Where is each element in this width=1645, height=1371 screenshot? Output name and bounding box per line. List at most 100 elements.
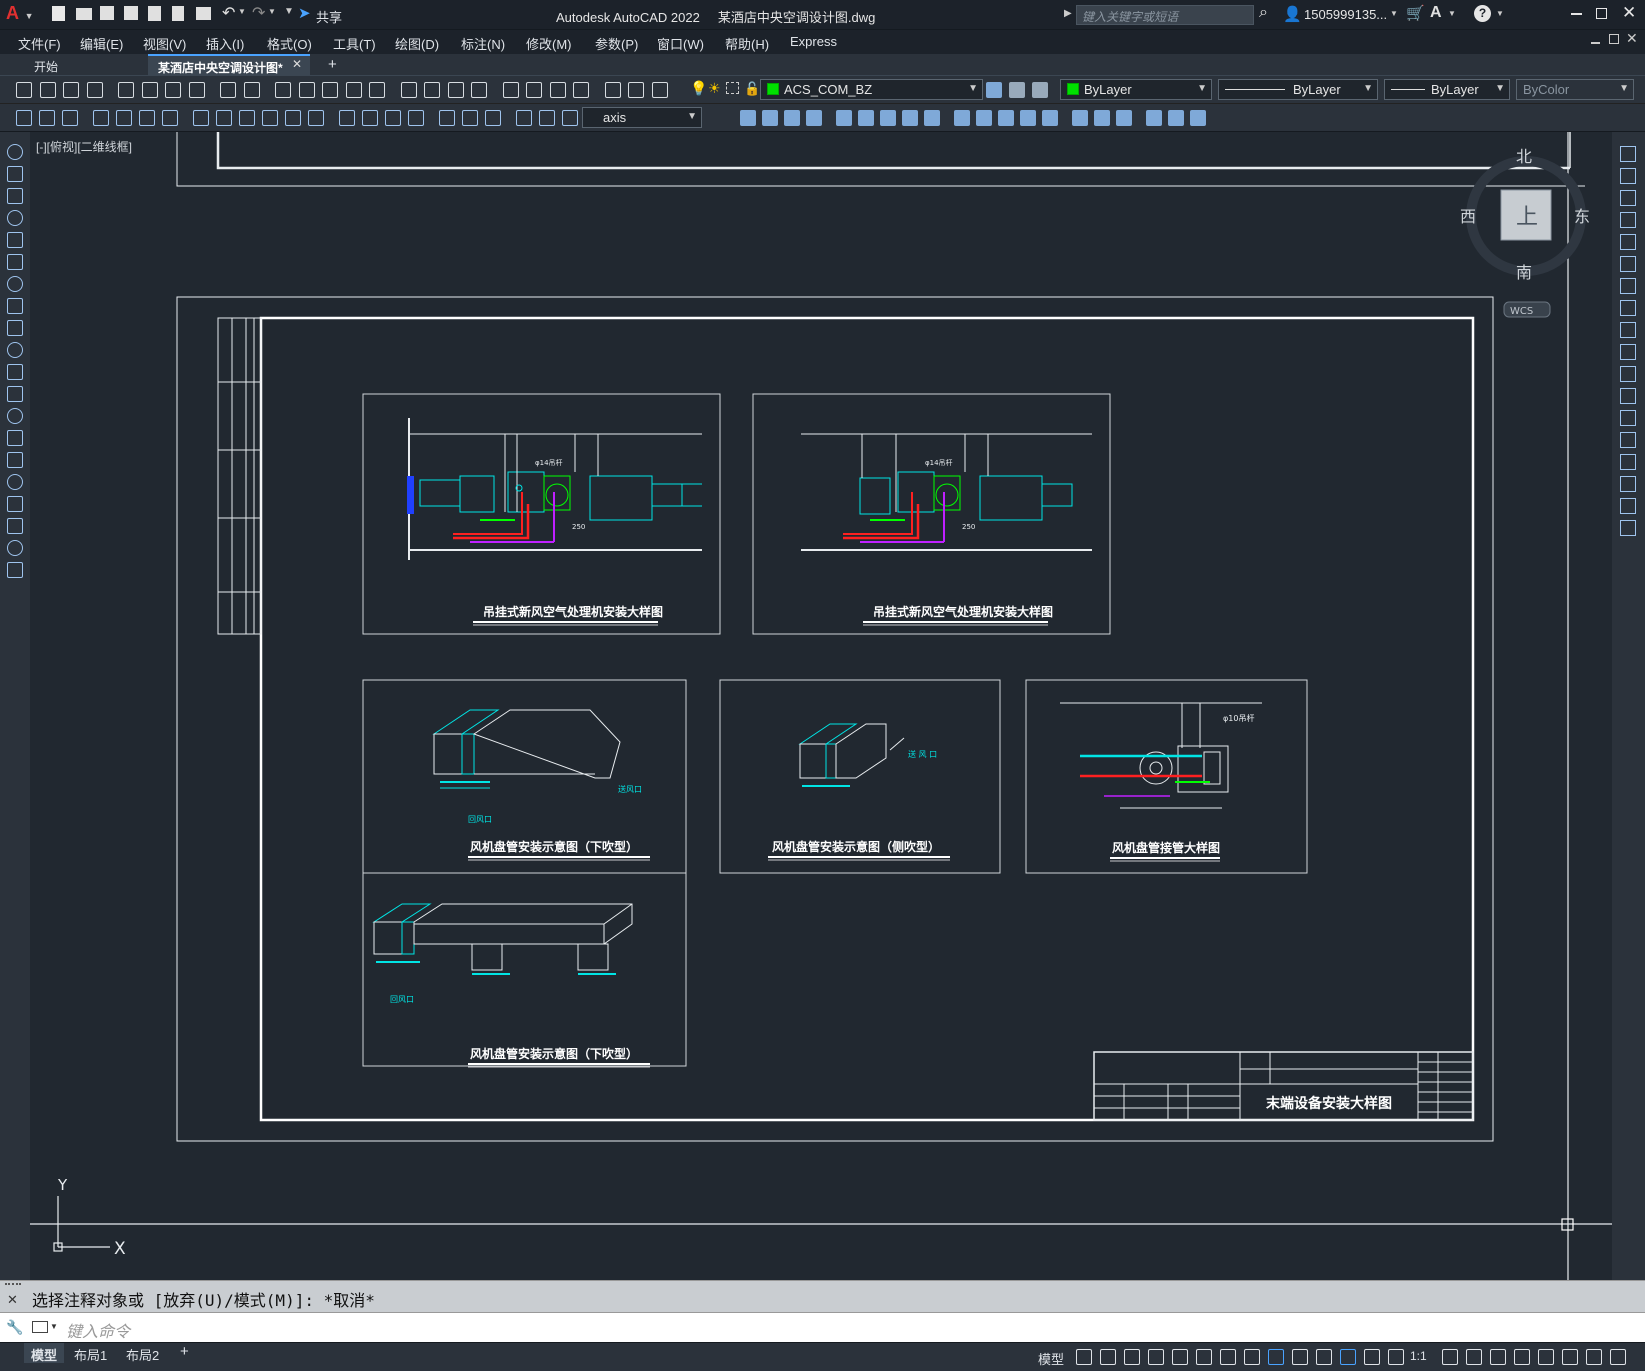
modify-tool-8-icon[interactable] bbox=[1620, 300, 1636, 316]
dim-tool-18-icon[interactable] bbox=[439, 110, 455, 126]
draw-tool-9-icon[interactable] bbox=[7, 320, 23, 336]
modify-tool-9-icon[interactable] bbox=[1620, 322, 1636, 338]
menu-insert[interactable]: 插入(I) bbox=[206, 34, 244, 53]
modify-tool-15-icon[interactable] bbox=[1620, 454, 1636, 470]
modify-tool-17-icon[interactable] bbox=[1620, 498, 1636, 514]
dim-tool-5-icon[interactable] bbox=[116, 110, 132, 126]
new-file-icon[interactable] bbox=[52, 6, 65, 21]
redo-icon[interactable]: ↷ bbox=[252, 3, 265, 23]
modify-tool-3-icon[interactable] bbox=[1620, 190, 1636, 206]
user-icon[interactable]: 👤 bbox=[1283, 5, 1302, 23]
modify-tool-2-icon[interactable] bbox=[1620, 168, 1636, 184]
layout-tab-model[interactable]: 模型 bbox=[24, 1343, 64, 1363]
publish-icon[interactable] bbox=[148, 6, 161, 21]
draw-tool-10-icon[interactable] bbox=[7, 342, 23, 358]
status-toggle-22-icon[interactable] bbox=[1610, 1349, 1626, 1365]
layer-states-icon[interactable] bbox=[1032, 82, 1048, 98]
status-toggle-19-icon[interactable] bbox=[1538, 1349, 1554, 1365]
standard-tool-6-icon[interactable] bbox=[141, 82, 158, 98]
search-icon[interactable]: ⌕ bbox=[1259, 4, 1268, 22]
standard-tool-18-icon[interactable] bbox=[447, 82, 464, 98]
dim-tool-2-icon[interactable] bbox=[39, 110, 55, 126]
standard-tool-20-icon[interactable] bbox=[502, 82, 519, 98]
draw-tool-19-icon[interactable] bbox=[7, 540, 23, 556]
customize-qat-icon[interactable]: ▼ bbox=[284, 6, 294, 17]
dim-tool-21-icon[interactable] bbox=[516, 110, 532, 126]
command-input[interactable]: 键入命令 bbox=[66, 1318, 1626, 1342]
command-window-grip-icon[interactable] bbox=[5, 1283, 21, 1287]
chevron-down-icon[interactable]: ▼ bbox=[1390, 9, 1398, 18]
standard-tool-15-icon[interactable] bbox=[369, 82, 385, 98]
solid-tool-5-icon[interactable] bbox=[836, 110, 852, 126]
color-dropdown[interactable]: ByLayer ▼ bbox=[1060, 79, 1212, 100]
menu-help[interactable]: 帮助(H) bbox=[725, 34, 769, 53]
chevron-down-icon[interactable]: ▼ bbox=[268, 7, 276, 16]
draw-tool-6-icon[interactable] bbox=[7, 254, 23, 270]
chevron-down-icon[interactable]: ▼ bbox=[238, 7, 246, 16]
standard-tool-25-icon[interactable] bbox=[628, 82, 644, 98]
menu-tools[interactable]: 工具(T) bbox=[333, 34, 376, 53]
customize-icon[interactable]: 🔧 bbox=[6, 1319, 23, 1336]
layer-on-icon[interactable]: 💡 bbox=[690, 80, 707, 97]
save-as-icon[interactable] bbox=[124, 6, 138, 20]
standard-tool-16-icon[interactable] bbox=[400, 82, 417, 98]
solid-tool-11-icon[interactable] bbox=[976, 110, 992, 126]
dim-tool-23-icon[interactable] bbox=[562, 110, 578, 126]
menu-window[interactable]: 窗口(W) bbox=[657, 34, 704, 53]
layer-unlock-icon[interactable]: 🔓 bbox=[744, 81, 760, 97]
draw-tool-14-icon[interactable] bbox=[7, 430, 23, 446]
modify-tool-7-icon[interactable] bbox=[1620, 278, 1636, 294]
chevron-down-icon[interactable]: ▼ bbox=[1448, 9, 1456, 18]
undo-icon[interactable]: ↶ bbox=[222, 3, 235, 23]
dim-tool-11-icon[interactable] bbox=[262, 110, 278, 126]
solid-tool-19-icon[interactable] bbox=[1168, 110, 1184, 126]
status-toggle-21-icon[interactable] bbox=[1586, 1349, 1602, 1365]
layer-thaw-icon[interactable]: ☀ bbox=[708, 80, 721, 97]
status-toggle-14-icon[interactable] bbox=[1388, 1349, 1404, 1365]
standard-tool-8-icon[interactable] bbox=[188, 82, 205, 98]
doc-close-icon[interactable]: ✕ bbox=[1626, 30, 1638, 47]
solid-tool-12-icon[interactable] bbox=[998, 110, 1014, 126]
standard-tool-19-icon[interactable] bbox=[471, 82, 487, 98]
draw-tool-15-icon[interactable] bbox=[7, 452, 23, 468]
status-toggle-13-icon[interactable] bbox=[1364, 1349, 1380, 1365]
standard-tool-12-icon[interactable] bbox=[298, 82, 315, 98]
draw-tool-3-icon[interactable] bbox=[7, 188, 23, 204]
standard-tool-10-icon[interactable] bbox=[243, 82, 260, 98]
standard-tool-14-icon[interactable] bbox=[345, 82, 362, 98]
solid-tool-15-icon[interactable] bbox=[1072, 110, 1088, 126]
standard-tool-1-icon[interactable] bbox=[16, 82, 32, 98]
plot-icon[interactable] bbox=[196, 7, 211, 20]
doc-minimize-icon[interactable] bbox=[1591, 42, 1600, 44]
draw-tool-11-icon[interactable] bbox=[7, 364, 23, 380]
new-tab-button[interactable]: + bbox=[318, 54, 347, 74]
dim-tool-16-icon[interactable] bbox=[385, 110, 401, 126]
solid-tool-16-icon[interactable] bbox=[1094, 110, 1110, 126]
help-icon[interactable]: ? bbox=[1474, 5, 1491, 22]
solid-tool-2-icon[interactable] bbox=[762, 110, 778, 126]
status-toggle-6-icon[interactable] bbox=[1196, 1349, 1212, 1365]
share-label[interactable]: 共享 bbox=[316, 7, 342, 26]
menu-express[interactable]: Express bbox=[790, 34, 837, 49]
close-icon[interactable]: ✕ bbox=[1622, 3, 1636, 23]
layer-previous-icon[interactable] bbox=[1009, 82, 1025, 98]
status-toggle-2-icon[interactable] bbox=[1100, 1349, 1116, 1365]
dim-tool-13-icon[interactable] bbox=[308, 110, 324, 126]
solid-tool-3-icon[interactable] bbox=[784, 110, 800, 126]
solid-tool-9-icon[interactable] bbox=[924, 110, 940, 126]
dim-tool-19-icon[interactable] bbox=[462, 110, 478, 126]
status-toggle-3-icon[interactable] bbox=[1124, 1349, 1140, 1365]
share-icon[interactable]: ➤ bbox=[298, 4, 311, 22]
dim-tool-14-icon[interactable] bbox=[339, 110, 355, 126]
draw-tool-13-icon[interactable] bbox=[7, 408, 23, 424]
search-expand-icon[interactable]: ▶ bbox=[1064, 8, 1072, 19]
status-toggle-4-icon[interactable] bbox=[1148, 1349, 1164, 1365]
search-input[interactable]: 键入关键字或短语 bbox=[1076, 5, 1254, 25]
solid-tool-18-icon[interactable] bbox=[1146, 110, 1162, 126]
status-toggle-10-icon[interactable] bbox=[1292, 1349, 1308, 1365]
draw-tool-20-icon[interactable] bbox=[7, 562, 23, 578]
modify-tool-14-icon[interactable] bbox=[1620, 432, 1636, 448]
modify-tool-16-icon[interactable] bbox=[1620, 476, 1636, 492]
menu-draw[interactable]: 绘图(D) bbox=[395, 34, 439, 53]
solid-tool-10-icon[interactable] bbox=[954, 110, 970, 126]
